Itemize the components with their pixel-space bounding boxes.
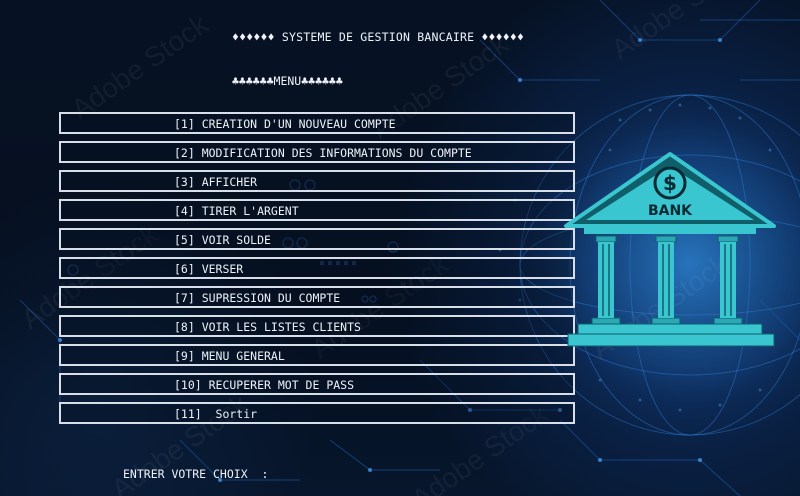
- menu-item-label: [5] VOIR SOLDE: [174, 233, 271, 247]
- menu-item-deposit[interactable]: [6] VERSER: [59, 257, 575, 279]
- menu-item-label: [2] MODIFICATION DES INFORMATIONS DU COM…: [174, 146, 472, 160]
- menu-item-delete-account[interactable]: [7] SUPRESSION DU COMPTE: [59, 286, 575, 308]
- menu-item-label: [3] AFFICHER: [174, 175, 258, 189]
- dollar-coin-icon: $: [663, 171, 677, 195]
- menu-item-exit[interactable]: [11] Sortir: [59, 402, 575, 424]
- svg-text:Adobe Stock: Adobe Stock: [606, 0, 755, 65]
- menu-item-view-balance[interactable]: [5] VOIR SOLDE: [59, 228, 575, 250]
- menu-item-label: [11] Sortir: [174, 407, 258, 421]
- menu-item-client-lists[interactable]: [8] VOIR LES LISTES CLIENTS: [59, 315, 575, 337]
- main-menu: [1] CREATION D'UN NOUVEAU COMPTE [2] MOD…: [59, 110, 579, 434]
- bank-building-icon: $ BANK: [564, 152, 776, 347]
- menu-item-label: [1] CREATION D'UN NOUVEAU COMPTE: [174, 117, 396, 131]
- menu-item-modify-account[interactable]: [2] MODIFICATION DES INFORMATIONS DU COM…: [59, 141, 575, 163]
- menu-item-display[interactable]: [3] AFFICHER: [59, 170, 575, 192]
- menu-item-label: [9] MENU GENERAL: [174, 349, 285, 363]
- menu-item-label: [6] VERSER: [174, 262, 244, 276]
- menu-item-withdraw[interactable]: [4] TIRER L'ARGENT: [59, 199, 575, 221]
- app-title: ♦♦♦♦♦♦ SYSTEME DE GESTION BANCAIRE ♦♦♦♦♦…: [232, 30, 525, 44]
- menu-item-label: [7] SUPRESSION DU COMPTE: [174, 291, 341, 305]
- menu-item-create-account[interactable]: [1] CREATION D'UN NOUVEAU COMPTE: [59, 112, 575, 134]
- menu-item-label: [8] VOIR LES LISTES CLIENTS: [174, 320, 361, 334]
- menu-item-label: [4] TIRER L'ARGENT: [174, 204, 299, 218]
- menu-heading: ♣♣♣♣♣♣MENU♣♣♣♣♣♣: [232, 74, 343, 88]
- bank-label: BANK: [648, 203, 693, 219]
- menu-item-recover-password[interactable]: [10] RECUPERER MOT DE PASS: [59, 373, 575, 395]
- menu-item-label: [10] RECUPERER MOT DE PASS: [174, 378, 355, 392]
- menu-item-general-menu[interactable]: [9] MENU GENERAL: [59, 344, 575, 366]
- choice-prompt: ENTRER VOTRE CHOIX :: [123, 467, 269, 481]
- svg-text:Adobe Stock: Adobe Stock: [66, 8, 215, 125]
